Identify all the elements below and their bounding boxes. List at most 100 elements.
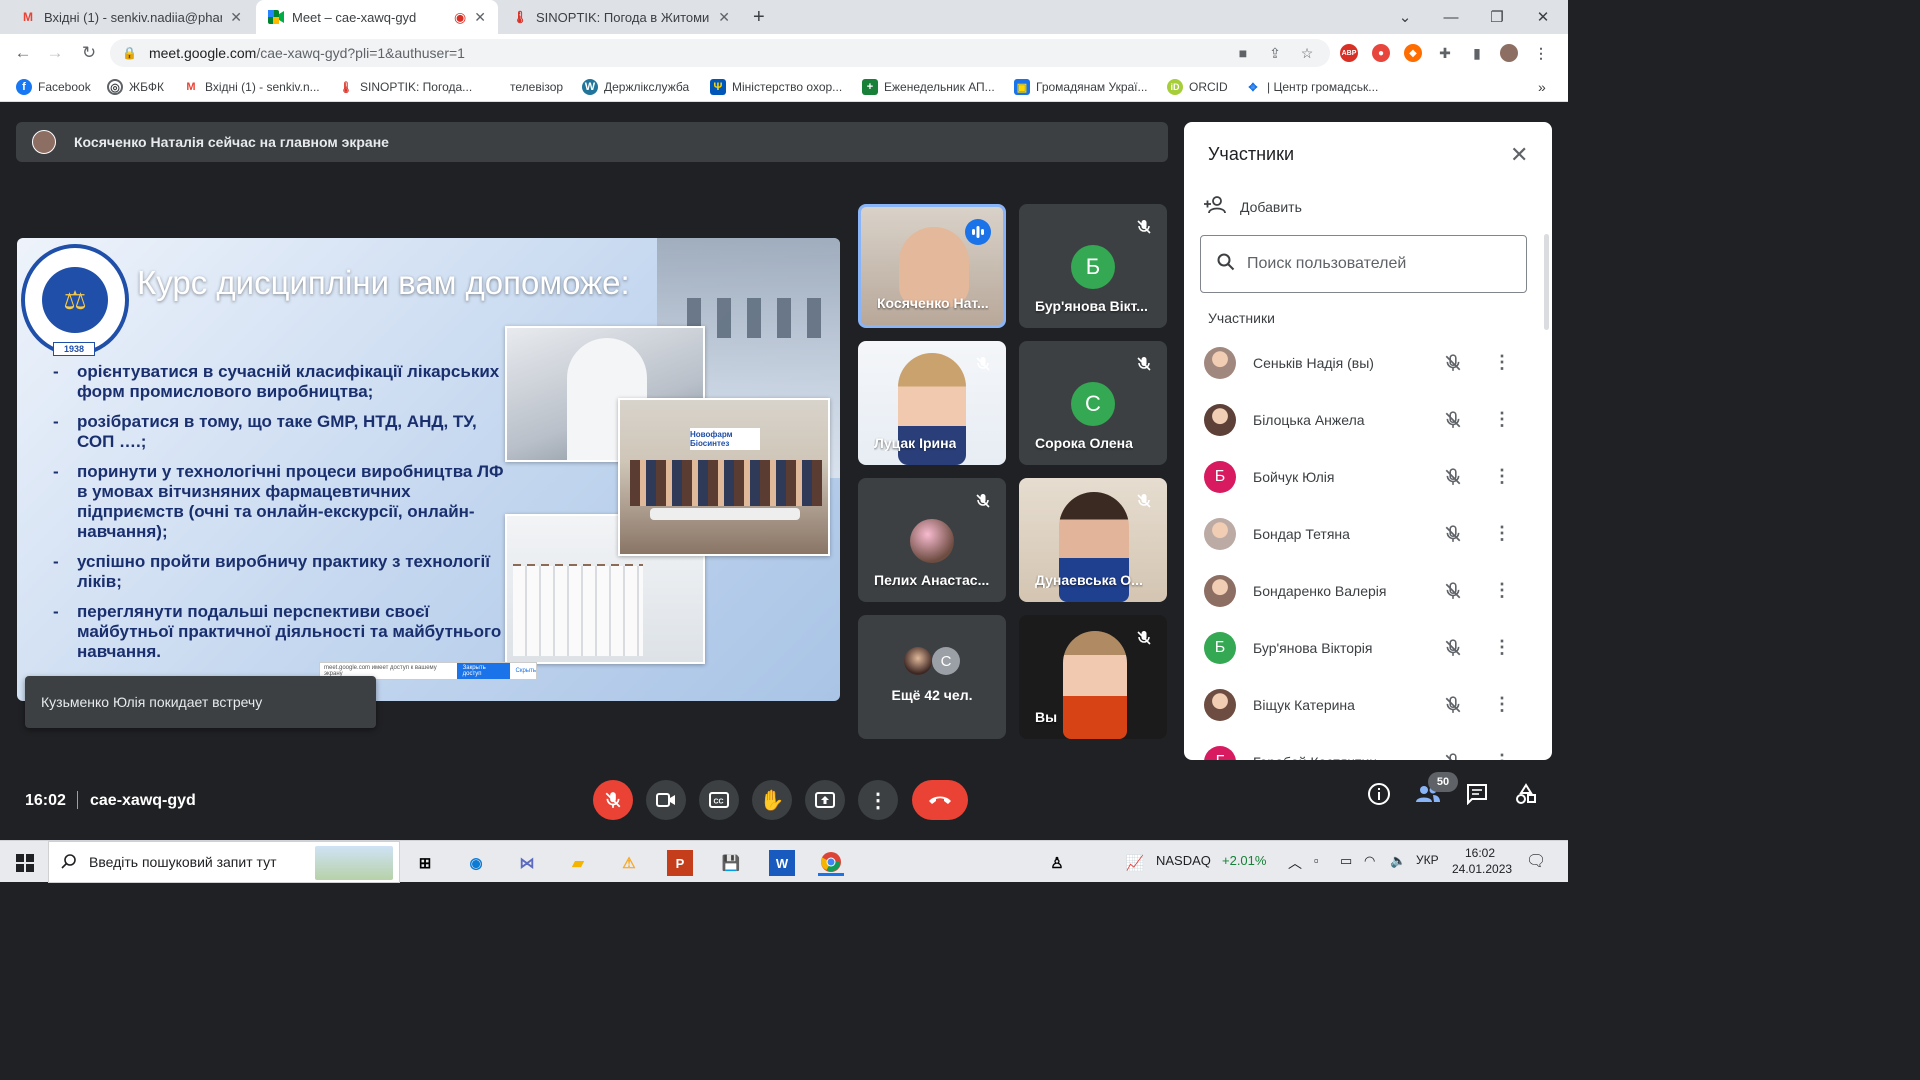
participant-row[interactable]: Б Бойчук Юлія ⋮ xyxy=(1184,448,1544,505)
bookmark-star-icon[interactable]: ☆ xyxy=(1298,44,1316,62)
file-explorer-icon[interactable]: ▰ xyxy=(565,850,591,876)
powerpoint-icon[interactable]: P xyxy=(667,850,693,876)
participant-more-icon[interactable]: ⋮ xyxy=(1493,466,1511,488)
tab-meet[interactable]: Meet – cae-xawq-gyd ◉ ✕ xyxy=(256,0,498,34)
bookmark-orcid[interactable]: iD ORCID xyxy=(1167,78,1228,96)
participant-row[interactable]: Бондар Тетяна ⋮ xyxy=(1184,505,1544,562)
mic-off-icon[interactable] xyxy=(1442,409,1464,431)
share-icon[interactable]: ⇪ xyxy=(1266,44,1284,62)
participant-tile[interactable]: Косяченко Нат... xyxy=(858,204,1006,328)
tab-sinoptik[interactable]: 🌡 SINOPTIK: Погода в Житомире ✕ xyxy=(500,0,742,34)
bookmark-zhbfk[interactable]: ◎ ЖБФК xyxy=(107,78,164,96)
mic-toggle-button[interactable] xyxy=(593,780,633,820)
participant-more-icon[interactable]: ⋮ xyxy=(1493,751,1511,760)
bookmark-sinoptik[interactable]: 🌡 SINOPTIK: Погода... xyxy=(338,78,472,96)
participant-row[interactable]: Білоцька Анжела ⋮ xyxy=(1184,391,1544,448)
bookmark-gmail[interactable]: M Вхідні (1) - senkiv.n... xyxy=(183,78,319,96)
participant-row[interactable]: Сеньків Надія (вы) ⋮ xyxy=(1184,334,1544,391)
word-icon[interactable]: W xyxy=(769,850,795,876)
language-indicator[interactable]: УКР xyxy=(1416,853,1439,867)
people-bar-icon[interactable]: ♙ xyxy=(1044,850,1070,876)
new-tab-button[interactable]: + xyxy=(748,0,778,34)
volume-icon[interactable]: 🔈 xyxy=(1390,853,1406,869)
taskbar-clock[interactable]: 16:02 24.01.2023 xyxy=(1452,846,1512,876)
app-triangle-icon[interactable]: ⚠ xyxy=(616,850,642,876)
participant-row[interactable]: Віщук Катерина ⋮ xyxy=(1184,676,1544,733)
bookmark-ministry[interactable]: Ψ Міністерство охор... xyxy=(710,78,842,96)
chrome-icon[interactable] xyxy=(818,850,844,876)
participant-tile[interactable]: С Сорока Олена xyxy=(1019,341,1167,465)
profile-avatar[interactable] xyxy=(1500,44,1518,62)
participant-more-icon[interactable]: ⋮ xyxy=(1493,523,1511,545)
bookmark-televizor[interactable]: телевізор xyxy=(510,78,563,96)
media-player-icon[interactable]: ⋈ xyxy=(514,850,540,876)
browser-menu-icon[interactable]: ⋮ xyxy=(1532,44,1550,62)
minimize-icon[interactable]: — xyxy=(1428,0,1474,34)
maximize-icon[interactable]: ❐ xyxy=(1474,0,1520,34)
bookmark-citizens[interactable]: ▣ Громадянам Украї... xyxy=(1014,78,1148,96)
hide-share-button[interactable]: Скрыть xyxy=(516,668,536,674)
bookmark-center[interactable]: ✥ | Центр громадськ... xyxy=(1245,78,1378,96)
activities-button[interactable] xyxy=(1512,780,1540,808)
mic-off-icon[interactable] xyxy=(1442,352,1464,374)
side-panel-icon[interactable]: ▮ xyxy=(1468,44,1486,62)
forward-icon[interactable]: → xyxy=(44,42,66,64)
taskbar-search-input[interactable]: Введіть пошуковий запит тут xyxy=(48,841,400,883)
stop-share-button[interactable]: Закрыть доступ xyxy=(456,663,510,679)
reload-icon[interactable]: ↻ xyxy=(78,42,100,64)
bookmark-weekly[interactable]: + Еженедельник АП... xyxy=(862,78,995,96)
tab-search-icon[interactable]: ⌄ xyxy=(1382,0,1428,34)
self-view-tile[interactable]: Вы xyxy=(1019,615,1167,739)
close-panel-icon[interactable]: ✕ xyxy=(1510,142,1528,168)
windows-start-icon[interactable] xyxy=(12,850,38,876)
captions-button[interactable]: CC xyxy=(699,780,739,820)
more-options-button[interactable]: ⋮ xyxy=(858,780,898,820)
present-screen-button[interactable] xyxy=(805,780,845,820)
more-participants-tile[interactable]: С Ещё 42 чел. xyxy=(858,615,1006,739)
battery-icon[interactable]: ▭ xyxy=(1340,853,1352,869)
tab-gmail[interactable]: M Вхідні (1) - senkiv.nadiia@pharm ✕ xyxy=(8,0,254,34)
participant-more-icon[interactable]: ⋮ xyxy=(1493,637,1511,659)
mic-off-icon[interactable] xyxy=(1442,523,1464,545)
participant-tile[interactable]: Дунаевська О... xyxy=(1019,478,1167,602)
extension-shield-icon[interactable]: ● xyxy=(1372,44,1390,62)
mic-off-icon[interactable] xyxy=(1442,580,1464,602)
adblock-icon[interactable]: ABP xyxy=(1340,44,1358,62)
mic-off-icon[interactable] xyxy=(1442,694,1464,716)
raise-hand-button[interactable]: ✋ xyxy=(752,780,792,820)
tray-device-icon[interactable]: ▫ xyxy=(1314,853,1319,868)
wifi-icon[interactable]: ◠ xyxy=(1364,853,1375,869)
participant-tile[interactable]: Пелих Анастас... xyxy=(858,478,1006,602)
close-window-icon[interactable]: ✕ xyxy=(1520,0,1566,34)
task-view-icon[interactable]: ⊞ xyxy=(412,850,438,876)
participant-row[interactable]: Г Горобей Костянтин ⋮ xyxy=(1184,733,1544,760)
save-disk-icon[interactable]: 💾 xyxy=(718,850,744,876)
extension-orange-icon[interactable]: ◆ xyxy=(1404,44,1422,62)
notifications-icon[interactable]: 🗨 xyxy=(1526,851,1546,871)
participant-more-icon[interactable]: ⋮ xyxy=(1493,694,1511,716)
mic-off-icon[interactable] xyxy=(1442,466,1464,488)
camera-toggle-button[interactable] xyxy=(646,780,686,820)
panel-scrollbar[interactable] xyxy=(1544,234,1549,330)
close-tab-icon[interactable]: ✕ xyxy=(474,9,486,26)
chat-button[interactable] xyxy=(1463,780,1491,808)
close-tab-icon[interactable]: ✕ xyxy=(718,9,730,26)
add-people-button[interactable]: Добавить xyxy=(1204,196,1302,217)
camera-icon[interactable]: ■ xyxy=(1234,44,1252,62)
more-bookmarks-icon[interactable]: » xyxy=(1538,78,1546,96)
participant-more-icon[interactable]: ⋮ xyxy=(1493,580,1511,602)
bookmark-facebook[interactable]: f Facebook xyxy=(16,78,91,96)
mic-off-icon[interactable] xyxy=(1442,637,1464,659)
participant-row[interactable]: Бондаренко Валерія ⋮ xyxy=(1184,562,1544,619)
tray-chevron-icon[interactable]: ︿ xyxy=(1288,853,1302,873)
close-tab-icon[interactable]: ✕ xyxy=(230,9,242,26)
omnibox[interactable]: 🔒 meet.google.com/cae-xawq-gyd?pli=1&aut… xyxy=(110,39,1330,67)
participant-more-icon[interactable]: ⋮ xyxy=(1493,409,1511,431)
back-icon[interactable]: ← xyxy=(12,42,34,64)
bookmark-derzhlikservice[interactable]: W Держлікслужба xyxy=(582,78,689,96)
participant-search-input[interactable]: Поиск пользователей xyxy=(1200,235,1527,293)
edge-icon[interactable]: ◉ xyxy=(463,850,489,876)
participant-tile[interactable]: Луцак Ірина xyxy=(858,341,1006,465)
extensions-puzzle-icon[interactable]: ✚ xyxy=(1436,44,1454,62)
meeting-details-button[interactable] xyxy=(1365,780,1393,808)
